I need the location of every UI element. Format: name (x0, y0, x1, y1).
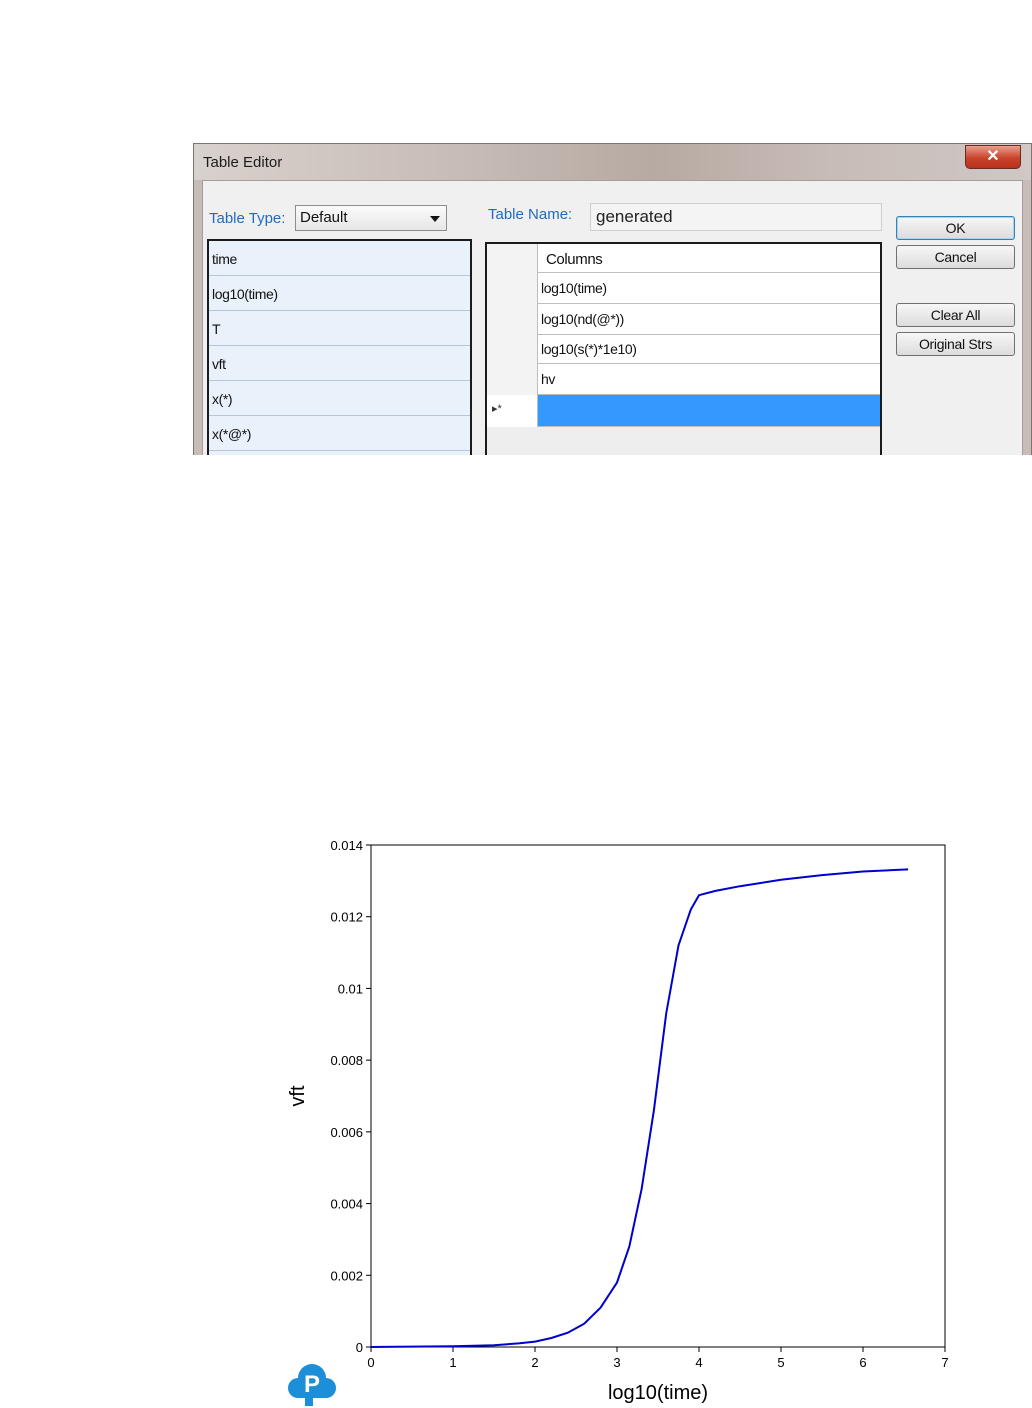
x-tick-label: 0 (367, 1355, 374, 1370)
y-ticks: 0 0.002 0.004 0.006 0.008 0.01 0.012 0.014 (330, 838, 371, 1355)
plot-frame (370, 844, 946, 1348)
x-tick-label: 5 (777, 1355, 784, 1370)
vft-chart: 01234567 00.0020.0040.0060.0080.010.0120… (287, 838, 949, 1404)
y-tick-label: 0.012 (330, 910, 363, 925)
y-tick-label: 0.002 (330, 1268, 363, 1283)
x-tick-label: 7 (941, 1355, 948, 1370)
y-tick-label: 0.014 (330, 838, 363, 853)
y-tick-label: 0 (356, 1340, 363, 1355)
x-tick-label: 6 (859, 1355, 866, 1370)
x-axis-label: log10(time) (608, 1382, 708, 1404)
y-tick-label: 0.004 (330, 1197, 363, 1212)
y-axis-label: vft (287, 1085, 309, 1107)
x-tick-label: 4 (695, 1355, 702, 1370)
x-tick-label: 1 (449, 1355, 456, 1370)
y-tick-label: 0.01 (338, 981, 363, 996)
x-ticks: 0 1 2 3 4 5 6 7 (367, 1347, 949, 1370)
cloud-p-logo-icon: P (288, 1364, 336, 1406)
x-tick-label: 2 (531, 1355, 538, 1370)
x-tick-label: 3 (613, 1355, 620, 1370)
y-tick-label: 0.008 (330, 1053, 363, 1068)
series-line-vft (370, 868, 909, 1348)
y-tick-label: 0.006 (330, 1125, 363, 1140)
logo-letter: P (304, 1371, 320, 1398)
